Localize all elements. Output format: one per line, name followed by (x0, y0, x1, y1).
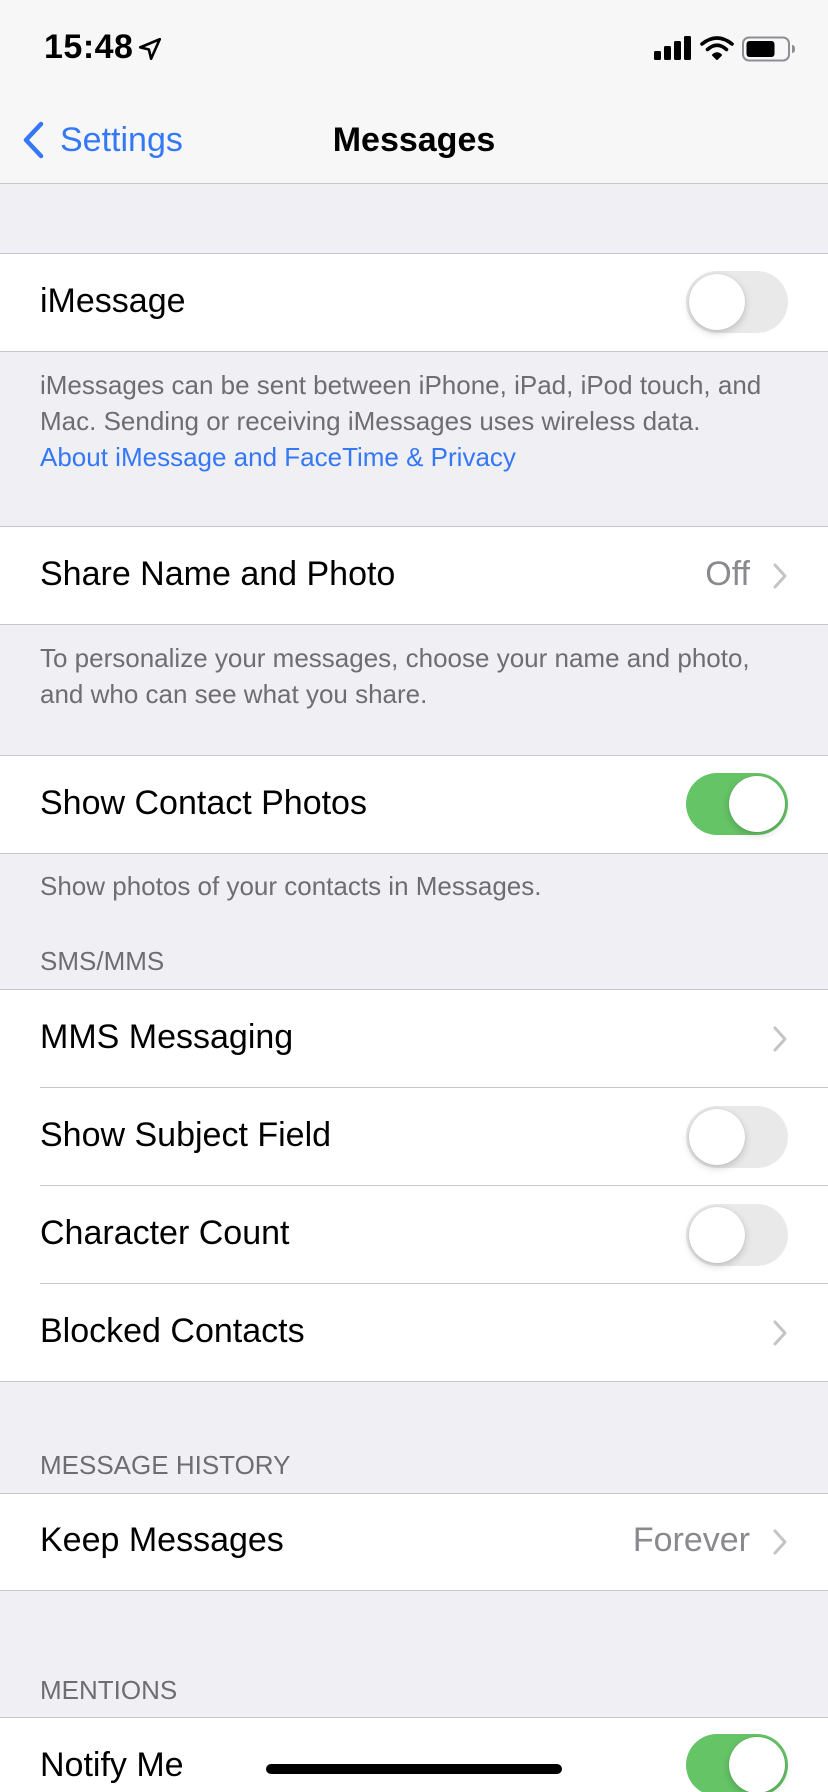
keep-messages-label: Keep Messages (40, 1521, 284, 1559)
chevron-right-icon (773, 1529, 787, 1555)
mentions-section-header: MENTIONS (40, 1675, 178, 1705)
location-arrow-icon (138, 37, 162, 61)
share-name-photo-value: Off (705, 555, 750, 593)
wifi-icon (700, 36, 734, 60)
divider (0, 1590, 828, 1591)
keep-messages-cell[interactable]: Keep Messages Forever (0, 1494, 828, 1590)
chevron-right-icon (773, 1026, 787, 1052)
status-time: 15:48 (44, 28, 134, 66)
back-button[interactable]: Settings (20, 96, 183, 184)
character-count-label: Character Count (40, 1214, 290, 1252)
keep-messages-value: Forever (632, 1521, 750, 1559)
show-subject-field-cell: Show Subject Field (0, 1088, 828, 1186)
divider (0, 624, 828, 625)
back-button-label: Settings (60, 120, 183, 159)
blocked-contacts-label: Blocked Contacts (40, 1312, 305, 1350)
share-name-photo-cell[interactable]: Share Name and Photo Off (0, 527, 828, 624)
toggle-knob (729, 776, 785, 832)
notify-me-toggle[interactable] (686, 1734, 788, 1792)
toggle-knob (689, 1109, 745, 1165)
divider (0, 351, 828, 352)
show-subject-field-label: Show Subject Field (40, 1116, 332, 1154)
imessage-footer-text: iMessages can be sent between iPhone, iP… (40, 370, 762, 436)
status-bar: 15:48 (0, 0, 828, 96)
show-contact-photos-cell: Show Contact Photos (0, 756, 828, 853)
mms-messaging-cell[interactable]: MMS Messaging (0, 990, 828, 1088)
imessage-label: iMessage (40, 282, 186, 320)
mms-messaging-label: MMS Messaging (40, 1018, 294, 1056)
messages-settings-screen: 15:48 Settings Messages iMessage iMessag… (0, 0, 828, 1792)
blocked-contacts-cell[interactable]: Blocked Contacts (0, 1284, 828, 1381)
imessage-privacy-link[interactable]: About iMessage and FaceTime & Privacy (40, 442, 516, 472)
chevron-right-icon (773, 563, 787, 589)
toggle-knob (689, 1207, 745, 1263)
imessage-footer: iMessages can be sent between iPhone, iP… (40, 367, 800, 475)
notify-me-label: Notify Me (40, 1746, 184, 1784)
divider (0, 1381, 828, 1382)
notify-me-cell: Notify Me (0, 1718, 828, 1792)
divider (0, 853, 828, 854)
character-count-toggle[interactable] (686, 1204, 788, 1266)
show-subject-field-toggle[interactable] (686, 1106, 788, 1168)
home-indicator[interactable] (266, 1764, 562, 1774)
imessage-cell: iMessage (0, 254, 828, 351)
imessage-toggle[interactable] (686, 271, 788, 333)
chevron-left-icon (23, 121, 44, 159)
cellular-signal-icon (654, 36, 691, 60)
show-contact-photos-toggle[interactable] (686, 773, 788, 835)
toggle-knob (729, 1737, 785, 1792)
show-contact-photos-label: Show Contact Photos (40, 784, 367, 822)
chevron-right-icon (773, 1320, 787, 1346)
sms-mms-section-header: SMS/MMS (40, 946, 165, 976)
navigation-bar: Settings Messages (0, 96, 828, 184)
share-name-footer: To personalize your messages, choose you… (40, 643, 750, 709)
contact-photos-footer: Show photos of your contacts in Messages… (40, 871, 542, 901)
character-count-cell: Character Count (0, 1186, 828, 1284)
toggle-knob (689, 274, 745, 330)
message-history-section-header: MESSAGE HISTORY (40, 1450, 291, 1480)
battery-icon (742, 36, 795, 62)
share-name-photo-label: Share Name and Photo (40, 555, 396, 593)
